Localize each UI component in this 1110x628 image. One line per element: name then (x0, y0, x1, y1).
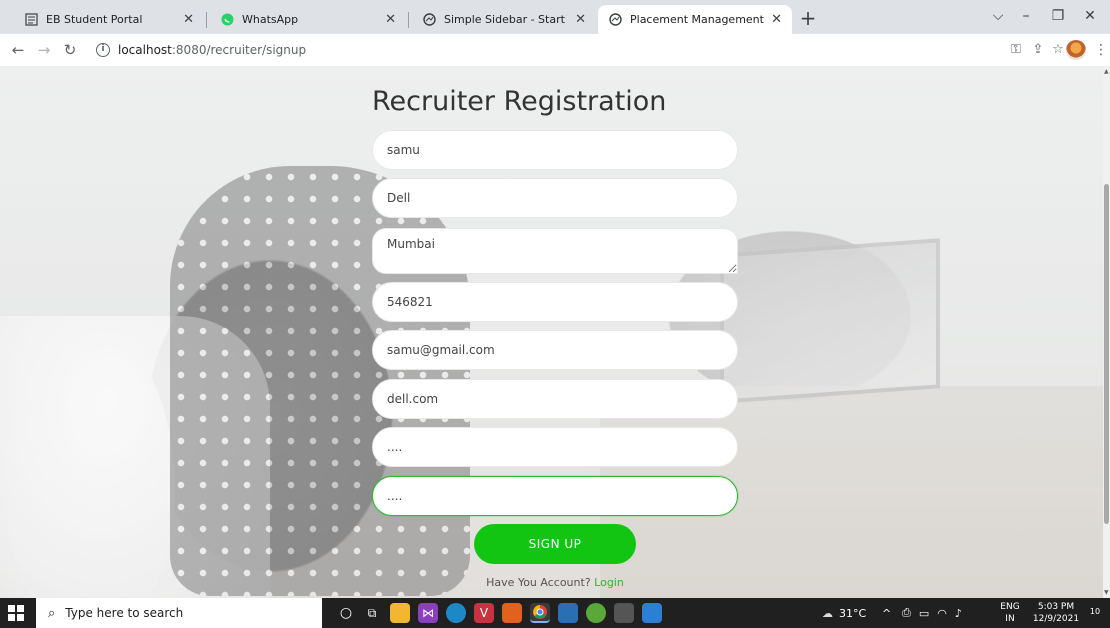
window-close-icon[interactable]: ✕ (1070, 4, 1110, 28)
close-icon[interactable]: ✕ (575, 12, 586, 27)
taskbar-clock[interactable]: 5:03 PM 12/9/2021 (1028, 601, 1084, 625)
whatsapp-icon (220, 13, 234, 27)
pincode-field[interactable] (372, 282, 738, 322)
notification-center-icon[interactable]: 10 (1086, 604, 1104, 622)
tab-whatsapp[interactable]: WhatsApp ✕ (210, 5, 406, 34)
page-viewport: Recruiter Registration Mumbai SIGN UP Ha… (0, 66, 1103, 598)
website-field[interactable] (372, 379, 738, 419)
globe-icon (608, 13, 622, 27)
clock-date: 12/9/2021 (1032, 614, 1080, 624)
language-code: ENG (1000, 602, 1020, 612)
volume-icon[interactable]: ♪ (955, 607, 962, 620)
app-tray-icon[interactable]: ⎙ (902, 606, 911, 620)
company-field[interactable] (372, 178, 738, 218)
taskbar-search-placeholder: Type here to search (65, 606, 184, 620)
tab-label: Simple Sidebar - Start Bootstrap (444, 13, 569, 26)
login-link[interactable]: Login (594, 576, 624, 589)
account-prompt: Have You Account? Login (372, 576, 738, 589)
url-host: localhost (118, 43, 172, 57)
tab-divider (408, 12, 409, 28)
tray-chevron-icon[interactable]: ^ (882, 598, 891, 628)
bookmark-star-icon[interactable]: ☆ (1050, 42, 1066, 58)
taskbar-search[interactable]: ⌕ Type here to search (36, 598, 322, 628)
visual-studio-icon[interactable]: ⋈ (418, 603, 438, 623)
region-code: IN (1005, 614, 1015, 624)
new-tab-button[interactable]: + (796, 8, 820, 30)
profile-avatar[interactable] (1066, 40, 1086, 60)
close-icon[interactable]: ✕ (183, 12, 194, 27)
search-icon: ⌕ (48, 605, 56, 621)
battery-icon[interactable]: ▭ (919, 607, 929, 620)
key-icon[interactable]: ⚿ (1008, 42, 1024, 58)
tab-divider (206, 12, 207, 28)
tray-icons: ⎙ ▭ ◠ ♪ (902, 598, 962, 628)
tab-placement-management[interactable]: Placement Management System ✕ (598, 5, 792, 34)
eclipse-icon[interactable] (586, 603, 606, 623)
share-icon[interactable]: ⇪ (1030, 42, 1046, 58)
tab-eb-student-portal[interactable]: EB Student Portal ✕ (14, 5, 204, 34)
reload-icon[interactable]: ↻ (60, 40, 80, 60)
language-indicator[interactable]: ENG IN (998, 601, 1022, 625)
name-field[interactable] (372, 130, 738, 170)
notification-count: 10 (1089, 607, 1101, 616)
windows-taskbar: ⌕ Type here to search ○ ⧉ ⋈ V ☁ 31°C ^ ⎙… (0, 598, 1110, 628)
confirm-password-field[interactable] (372, 476, 738, 516)
tab-label: WhatsApp (242, 13, 299, 26)
back-arrow-icon[interactable]: ← (8, 40, 28, 60)
account-question: Have You Account? (486, 576, 591, 589)
tab-label: EB Student Portal (46, 13, 143, 26)
globe-icon (422, 13, 436, 27)
tab-label: Placement Management System (630, 13, 765, 26)
menu-kebab-icon[interactable]: ⋮ (1094, 42, 1108, 58)
tab-simple-sidebar[interactable]: Simple Sidebar - Start Bootstrap ✕ (412, 5, 596, 34)
cortana-icon[interactable]: ○ (336, 603, 356, 623)
page-title: Recruiter Registration (372, 86, 667, 117)
info-icon[interactable]: i (96, 43, 110, 57)
page-scrollbar[interactable]: ▲ ▼ (1103, 66, 1110, 598)
weather-temperature: 31°C (839, 606, 867, 620)
address-field[interactable]: Mumbai (372, 228, 738, 274)
scrollbar-thumb[interactable] (1104, 184, 1109, 524)
close-icon[interactable]: ✕ (771, 12, 782, 27)
weather-widget[interactable]: ☁ 31°C (822, 598, 866, 628)
windows-start-icon[interactable] (8, 605, 24, 621)
document-icon (24, 13, 38, 27)
browser-toolbar: ← → ↻ i localhost:8080/recruiter/signup … (0, 34, 1110, 66)
email-field[interactable] (372, 330, 738, 370)
app-icon[interactable] (502, 603, 522, 623)
vscode-icon[interactable] (558, 603, 578, 623)
password-field[interactable] (372, 427, 738, 467)
browser-tab-strip: EB Student Portal ✕ WhatsApp ✕ Simple Si… (0, 0, 1110, 34)
terminal-icon[interactable] (614, 603, 634, 623)
wifi-icon[interactable]: ◠ (937, 607, 947, 620)
photos-icon[interactable] (642, 603, 662, 623)
scroll-up-icon[interactable]: ▲ (1104, 68, 1109, 75)
weather-cloud-icon: ☁ (822, 606, 833, 620)
chrome-icon[interactable] (530, 603, 550, 623)
task-view-icon[interactable]: ⧉ (362, 603, 382, 623)
address-bar[interactable]: i localhost:8080/recruiter/signup (96, 38, 996, 62)
sign-up-button[interactable]: SIGN UP (474, 524, 636, 564)
edge-icon[interactable] (446, 603, 466, 623)
clock-time: 5:03 PM (1037, 602, 1075, 612)
close-icon[interactable]: ✕ (385, 12, 396, 27)
url-path: :8080/recruiter/signup (171, 43, 307, 57)
forward-arrow-icon[interactable]: → (34, 40, 54, 60)
vlc-app-icon[interactable]: V (474, 603, 494, 623)
file-explorer-icon[interactable] (390, 603, 410, 623)
scroll-down-icon[interactable]: ▼ (1104, 589, 1109, 596)
